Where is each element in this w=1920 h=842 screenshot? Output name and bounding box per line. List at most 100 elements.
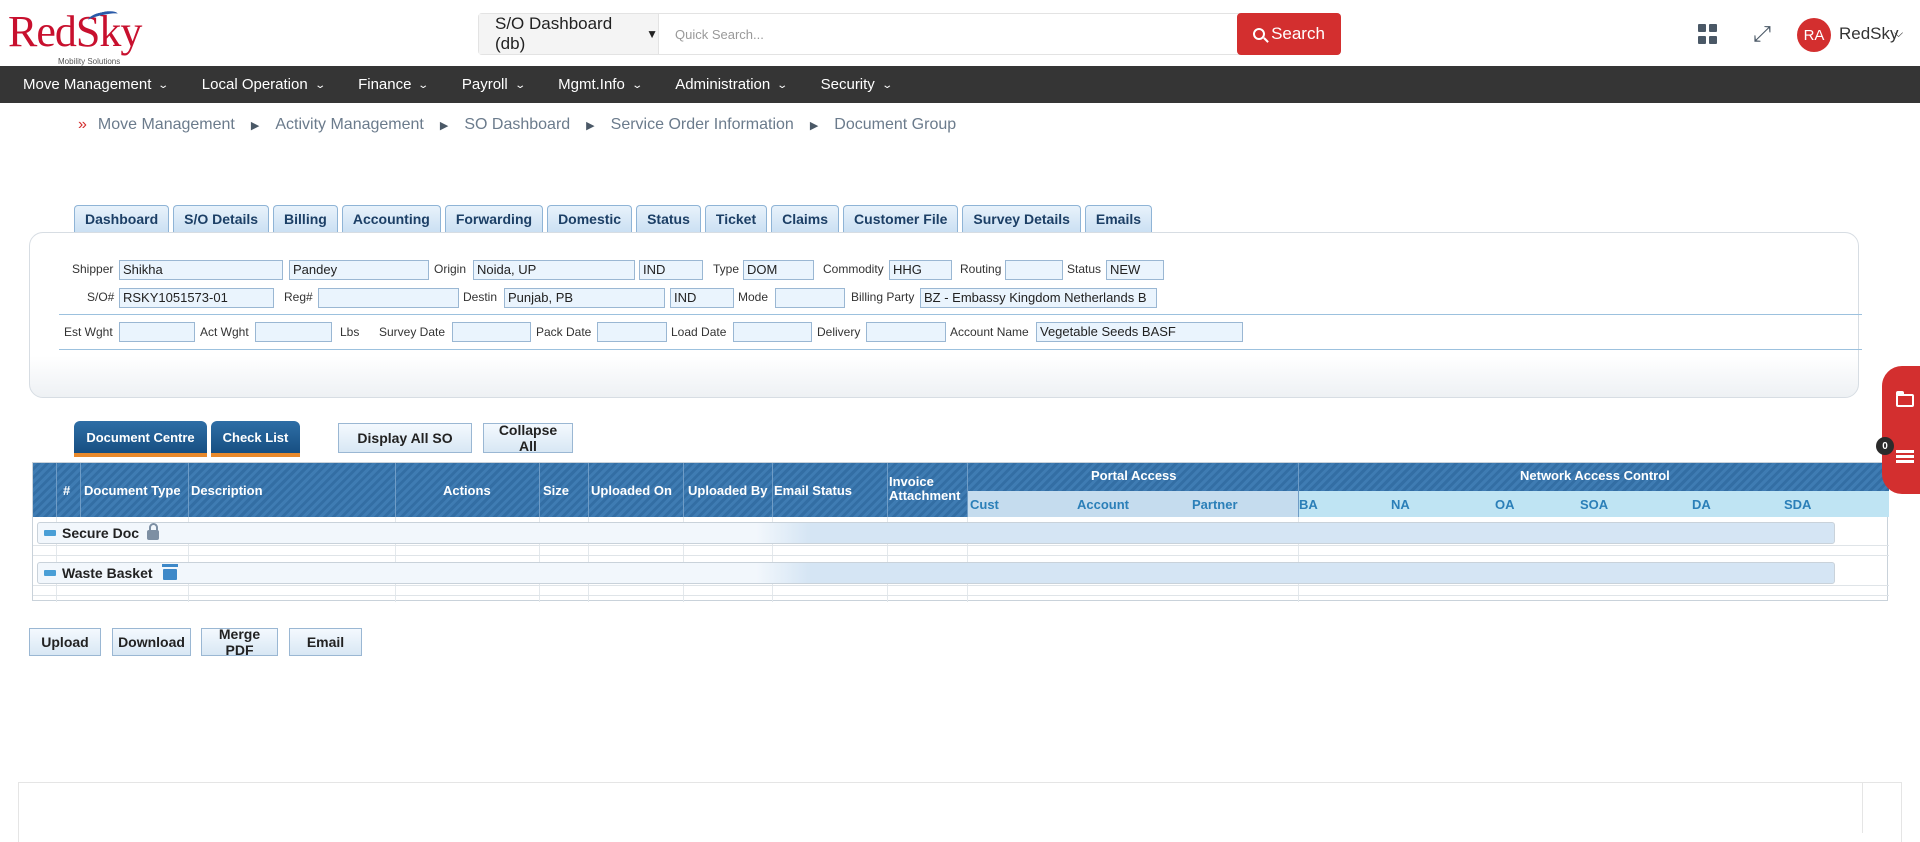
breadcrumb-item[interactable]: SO Dashboard	[464, 116, 570, 134]
breadcrumb-item[interactable]: Move Management	[98, 116, 235, 134]
origin-field[interactable]: Noida, UP	[473, 260, 635, 280]
col-size[interactable]: Size	[543, 483, 569, 498]
account-name-field[interactable]: Vegetable Seeds BASF	[1036, 322, 1243, 342]
group-waste-basket[interactable]: Waste Basket	[37, 562, 1835, 584]
breadcrumb-item[interactable]: Activity Management	[275, 116, 424, 134]
breadcrumb-item[interactable]: Service Order Information	[611, 116, 794, 134]
quick-search: S/O Dashboard (db) ▼ Search	[478, 13, 1341, 55]
display-all-so-button[interactable]: Display All SO	[338, 423, 472, 453]
commodity-field[interactable]: HHG	[889, 260, 952, 280]
origin-country-field[interactable]: IND	[639, 260, 703, 280]
upload-button[interactable]: Upload	[29, 628, 101, 656]
col-uploaded-on[interactable]: Uploaded On	[591, 483, 672, 498]
download-button[interactable]: Download	[112, 628, 191, 656]
breadcrumb: » Move Management ▶ Activity Management …	[78, 115, 956, 135]
tab-accounting[interactable]: Accounting	[341, 205, 441, 232]
merge-pdf-button[interactable]: Merge PDF	[201, 626, 278, 658]
delivery-field[interactable]	[866, 322, 946, 342]
chevron-down-icon: ⌄	[514, 80, 526, 91]
nav-label: Mgmt.Info	[558, 76, 625, 93]
col-nac-soa: SOA	[1580, 497, 1609, 512]
chevron-down-icon: ⌄	[881, 80, 893, 91]
nav-finance[interactable]: Finance ⌄	[358, 76, 429, 93]
side-drawer-tab[interactable]	[1882, 366, 1920, 494]
col-portal-account: Account	[1077, 497, 1129, 512]
collapse-icon[interactable]	[44, 570, 56, 576]
nav-label: Local Operation	[201, 76, 308, 93]
billing-party-label: Billing Party	[851, 290, 915, 304]
shipper-last-field[interactable]: Pandey	[289, 260, 429, 280]
reg-field[interactable]	[318, 288, 459, 308]
email-button[interactable]: Email	[289, 628, 362, 656]
commodity-label: Commodity	[823, 262, 884, 276]
chevron-down-icon: ▼	[646, 27, 658, 41]
logo-subtitle: Mobility Solutions	[58, 57, 121, 66]
list-icon[interactable]	[1896, 450, 1914, 464]
pack-date-label: Pack Date	[536, 325, 592, 339]
double-chevron-icon: »	[78, 116, 87, 133]
nav-administration[interactable]: Administration ⌄	[675, 76, 788, 93]
status-field[interactable]: NEW	[1106, 260, 1164, 280]
nav-label: Move Management	[23, 76, 152, 93]
col-uploaded-by[interactable]: Uploaded By	[688, 483, 767, 498]
col-number[interactable]: #	[63, 483, 70, 498]
col-nac-ba: BA	[1299, 497, 1318, 512]
nav-security[interactable]: Security ⌄	[821, 76, 893, 93]
tab-dashboard[interactable]: Dashboard	[74, 205, 170, 232]
tab-document-centre[interactable]: Document Centre	[74, 421, 207, 457]
fullscreen-icon[interactable]: ⤢	[1752, 23, 1772, 45]
mode-field[interactable]	[775, 288, 845, 308]
type-field[interactable]: DOM	[743, 260, 814, 280]
avatar[interactable]: RA	[1797, 18, 1831, 52]
so-number-field[interactable]: RSKY1051573-01	[119, 288, 274, 308]
search-input[interactable]	[659, 14, 1237, 54]
destin-field[interactable]: Punjab, PB	[504, 288, 665, 308]
load-date-field[interactable]	[733, 322, 812, 342]
tab-check-list[interactable]: Check List	[211, 421, 300, 457]
tab-survey-details[interactable]: Survey Details	[962, 205, 1081, 232]
survey-date-field[interactable]	[452, 322, 531, 342]
tab-ticket[interactable]: Ticket	[704, 205, 768, 232]
tab-billing[interactable]: Billing	[273, 205, 338, 232]
shipper-first-field[interactable]: Shikha	[119, 260, 283, 280]
nav-local-operation[interactable]: Local Operation ⌄	[201, 76, 326, 93]
destin-country-field[interactable]: IND	[670, 288, 734, 308]
search-scope-select[interactable]: S/O Dashboard (db) ▼	[479, 14, 659, 54]
redsky-logo[interactable]: RedSky Mobility Solutions	[8, 8, 142, 66]
search-button[interactable]: Search	[1237, 13, 1341, 55]
routing-field[interactable]	[1005, 260, 1063, 280]
search-icon	[1253, 28, 1266, 40]
tab-so-details[interactable]: S/O Details	[173, 205, 270, 232]
triangle-right-icon: ▶	[586, 119, 595, 132]
pack-date-field[interactable]	[597, 322, 667, 342]
col-email-status[interactable]: Email Status	[774, 483, 852, 498]
chevron-down-icon[interactable]: ⌵	[1894, 26, 1903, 41]
tab-claims[interactable]: Claims	[771, 205, 840, 232]
nav-payroll[interactable]: Payroll ⌄	[462, 76, 526, 93]
tab-forwarding[interactable]: Forwarding	[444, 205, 544, 232]
col-description[interactable]: Description	[191, 483, 263, 498]
tab-customer-file[interactable]: Customer File	[843, 205, 959, 232]
act-weight-label: Act Wght	[200, 325, 249, 339]
col-document-type[interactable]: Document Type	[84, 483, 181, 498]
tab-domestic[interactable]: Domestic	[547, 205, 633, 232]
folder-open-icon[interactable]	[1896, 391, 1914, 407]
apps-grid-icon[interactable]	[1698, 24, 1718, 44]
nav-move-management[interactable]: Move Management ⌄	[23, 76, 169, 93]
top-bar: RedSky Mobility Solutions S/O Dashboard …	[0, 0, 1920, 66]
col-invoice-attachment[interactable]: Invoice Attachment	[889, 475, 965, 503]
group-secure-doc[interactable]: Secure Doc	[37, 522, 1835, 544]
act-weight-field[interactable]	[255, 322, 332, 342]
divider	[59, 349, 1862, 350]
tab-status[interactable]: Status	[636, 205, 701, 232]
collapse-icon[interactable]	[44, 530, 56, 536]
user-name[interactable]: RedSky	[1839, 24, 1899, 44]
billing-party-field[interactable]: BZ - Embassy Kingdom Netherlands B	[920, 288, 1157, 308]
survey-date-label: Survey Date	[379, 325, 446, 339]
est-weight-field[interactable]	[119, 322, 195, 342]
col-nac-oa: OA	[1495, 497, 1515, 512]
collapse-all-button[interactable]: Collapse All	[483, 422, 573, 454]
nav-mgmt-info[interactable]: Mgmt.Info ⌄	[558, 76, 643, 93]
divider	[59, 314, 1862, 315]
tab-emails[interactable]: Emails	[1084, 205, 1153, 232]
